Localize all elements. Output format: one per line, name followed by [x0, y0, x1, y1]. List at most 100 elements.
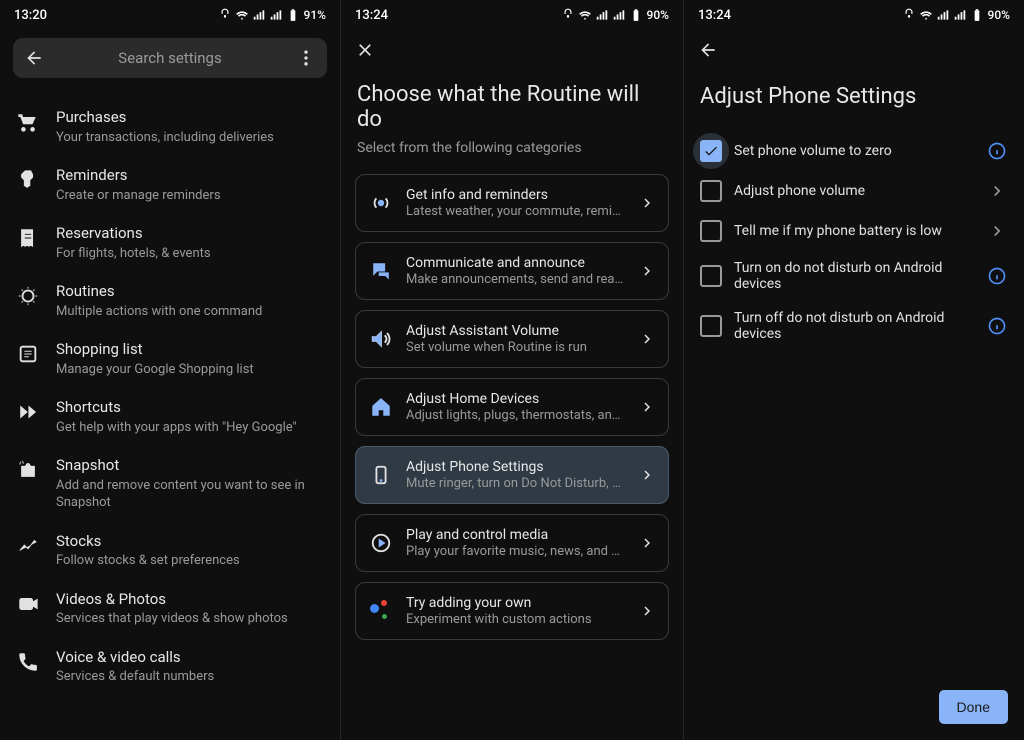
close-button[interactable]: [355, 40, 375, 64]
battery-percent: 90%: [988, 8, 1010, 22]
item-subtitle: Get help with your apps with "Hey Google…: [56, 419, 324, 437]
settings-item-purchases[interactable]: Purchases Your transactions, including d…: [0, 98, 340, 156]
vpn-icon: [218, 8, 232, 22]
checkbox[interactable]: [700, 220, 722, 242]
status-bar: 13:24 90%: [341, 0, 683, 30]
settings-item-reminders[interactable]: Reminders Create or manage reminders: [0, 156, 340, 214]
page-heading: Adjust Phone Settings: [684, 68, 1024, 125]
card-subtitle: Latest weather, your commute, remin…: [406, 204, 626, 219]
info-icon[interactable]: [986, 265, 1008, 287]
settings-item-stocks[interactable]: Stocks Follow stocks & set preferences: [0, 522, 340, 580]
checkbox-halo: [693, 133, 729, 169]
item-title: Videos & Photos: [56, 590, 324, 610]
back-button[interactable]: [21, 45, 47, 71]
item-subtitle: Add and remove content you want to see i…: [56, 477, 316, 512]
signal-icon: [936, 8, 950, 22]
battery-icon: [286, 8, 300, 22]
cart-icon: [16, 110, 40, 134]
routines-icon: [16, 284, 40, 308]
page-subheading: Select from the following categories: [341, 140, 683, 174]
settings-item-routines[interactable]: Routines Multiple actions with one comma…: [0, 272, 340, 330]
item-title: Snapshot: [56, 456, 324, 476]
wifi-icon: [919, 8, 933, 22]
back-button[interactable]: [698, 40, 718, 64]
category-card-try-adding-your-own[interactable]: Try adding your own Experiment with cust…: [355, 582, 669, 640]
phone-icon: [16, 650, 40, 674]
option-label: Set phone volume to zero: [734, 143, 974, 159]
category-card-play-and-control-media[interactable]: Play and control media Play your favorit…: [355, 514, 669, 572]
chevron-right-icon: [638, 534, 656, 552]
chevron-right-icon: [986, 220, 1008, 242]
more-button[interactable]: [293, 45, 319, 71]
signal-icon: [252, 8, 266, 22]
volume-icon: [368, 326, 394, 352]
home-icon: [368, 394, 394, 420]
signal2-icon: [269, 8, 283, 22]
checkbox[interactable]: [700, 180, 722, 202]
reminder-icon: [16, 168, 40, 192]
broadcast-icon: [368, 190, 394, 216]
settings-list: Purchases Your transactions, including d…: [0, 78, 340, 696]
settings-item-voice-video-calls[interactable]: Voice & video calls Services & default n…: [0, 638, 340, 696]
card-subtitle: Adjust lights, plugs, thermostats, and …: [406, 408, 626, 423]
category-card-adjust-assistant-volume[interactable]: Adjust Assistant Volume Set volume when …: [355, 310, 669, 368]
option-turn-on-do-not-disturb-on-android-device[interactable]: Turn on do not disturb on Android device…: [694, 251, 1014, 301]
checkbox[interactable]: [700, 140, 722, 162]
settings-item-videos-photos[interactable]: Videos & Photos Services that play video…: [0, 580, 340, 638]
search-bar[interactable]: Search settings: [13, 38, 327, 78]
chevron-right-icon: [638, 262, 656, 280]
card-subtitle: Play your favorite music, news, and m…: [406, 544, 626, 559]
vpn-icon: [902, 8, 916, 22]
stocks-icon: [16, 534, 40, 558]
card-title: Get info and reminders: [406, 187, 626, 203]
status-icons: 90%: [561, 8, 669, 22]
search-placeholder: Search settings: [47, 49, 293, 67]
status-bar: 13:20 91%: [0, 0, 340, 30]
settings-item-reservations[interactable]: Reservations For flights, hotels, & even…: [0, 214, 340, 272]
card-subtitle: Mute ringer, turn on Do Not Disturb, a…: [406, 476, 626, 491]
option-adjust-phone-volume[interactable]: Adjust phone volume: [694, 171, 1014, 211]
item-subtitle: Services that play videos & show photos: [56, 610, 324, 628]
vpn-icon: [561, 8, 575, 22]
option-label: Adjust phone volume: [734, 183, 974, 199]
done-button[interactable]: Done: [939, 690, 1008, 724]
option-set-phone-volume-to-zero[interactable]: Set phone volume to zero: [694, 131, 1014, 171]
item-title: Shortcuts: [56, 398, 324, 418]
category-card-adjust-home-devices[interactable]: Adjust Home Devices Adjust lights, plugs…: [355, 378, 669, 436]
card-subtitle: Make announcements, send and read …: [406, 272, 626, 287]
battery-icon: [629, 8, 643, 22]
option-tell-me-if-my-phone-battery-is-low[interactable]: Tell me if my phone battery is low: [694, 211, 1014, 251]
item-subtitle: Multiple actions with one command: [56, 303, 324, 321]
item-subtitle: Follow stocks & set preferences: [56, 552, 324, 570]
chevron-right-icon: [638, 330, 656, 348]
card-title: Try adding your own: [406, 595, 626, 611]
category-card-get-info-and-reminders[interactable]: Get info and reminders Latest weather, y…: [355, 174, 669, 232]
settings-item-shortcuts[interactable]: Shortcuts Get help with your apps with "…: [0, 388, 340, 446]
item-title: Stocks: [56, 532, 324, 552]
wifi-icon: [578, 8, 592, 22]
ff-icon: [16, 400, 40, 424]
item-title: Shopping list: [56, 340, 324, 360]
category-card-adjust-phone-settings[interactable]: Adjust Phone Settings Mute ringer, turn …: [355, 446, 669, 504]
routine-categories-panel: 13:24 90% Choose what the Routine will d…: [341, 0, 684, 740]
option-turn-off-do-not-disturb-on-android-devic[interactable]: Turn off do not disturb on Android devic…: [694, 301, 1014, 351]
status-time: 13:24: [355, 8, 388, 23]
settings-item-snapshot[interactable]: Snapshot Add and remove content you want…: [0, 446, 340, 522]
card-title: Adjust Assistant Volume: [406, 323, 626, 339]
info-icon[interactable]: [986, 140, 1008, 162]
receipt-icon: [16, 226, 40, 250]
card-title: Adjust Phone Settings: [406, 459, 626, 475]
checkbox[interactable]: [700, 315, 722, 337]
settings-item-shopping-list[interactable]: Shopping list Manage your Google Shoppin…: [0, 330, 340, 388]
item-title: Reminders: [56, 166, 324, 186]
option-label: Turn on do not disturb on Android device…: [734, 260, 974, 292]
item-title: Routines: [56, 282, 324, 302]
category-card-communicate-and-announce[interactable]: Communicate and announce Make announceme…: [355, 242, 669, 300]
status-time: 13:20: [14, 8, 47, 23]
item-subtitle: Manage your Google Shopping list: [56, 361, 324, 379]
item-subtitle: Your transactions, including deliveries: [56, 129, 324, 147]
checkbox[interactable]: [700, 265, 722, 287]
card-subtitle: Experiment with custom actions: [406, 612, 626, 627]
option-label: Turn off do not disturb on Android devic…: [734, 310, 974, 342]
info-icon[interactable]: [986, 315, 1008, 337]
